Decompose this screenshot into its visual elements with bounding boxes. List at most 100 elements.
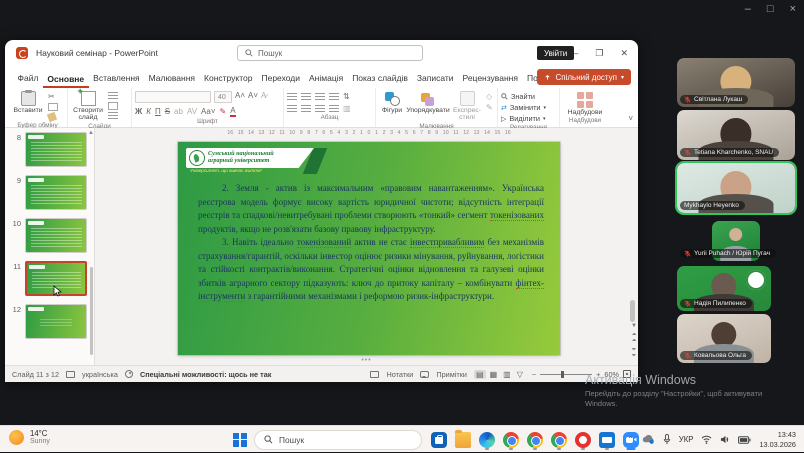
onedrive-icon[interactable] [642,435,655,444]
align-left-icon[interactable] [287,105,297,113]
tab-5[interactable]: Переходи [257,69,305,88]
minimize-icon[interactable]: – [573,48,578,58]
shapes-button[interactable]: Фігури [379,90,405,114]
align-right-icon[interactable] [315,105,325,113]
justify-icon[interactable] [329,105,339,113]
normal-view-icon[interactable]: ▤ [474,370,486,379]
accessibility-status[interactable]: Спеціальні можливості: щось не так [140,370,271,379]
clear-format-icon[interactable]: A̷ [261,91,266,103]
participant-tile[interactable]: Ковальова Ольга [677,314,771,363]
arrange-button[interactable]: Упорядкувати [408,90,448,114]
tab-7[interactable]: Показ слайдів [348,69,413,88]
tab-3[interactable]: Малювання [144,69,199,88]
thumbnail-preview[interactable] [25,132,87,167]
thumbnail-preview[interactable] [25,304,87,339]
chrome-profile2-taskbar-button[interactable] [525,429,544,450]
explorer-taskbar-button[interactable] [453,429,472,450]
quick-styles-button[interactable]: Експрес-стилі [451,90,483,122]
columns-icon[interactable]: ▥ [343,104,351,113]
new-slide-button[interactable]: Створити слайд [71,90,105,122]
thumbnail-preview[interactable] [25,218,87,253]
replace-button[interactable]: ⇄ Замінити▾ [501,103,556,112]
search-box[interactable]: Пошук [237,45,423,61]
zoom-in-icon[interactable]: + [596,370,600,379]
participant-tile[interactable]: Світлана Лукаш [677,58,795,107]
find-button[interactable]: Знайти [501,92,556,101]
tray-overflow-icon[interactable]: ⌃ [627,435,634,444]
mail-taskbar-button[interactable] [597,429,616,450]
language-indicator[interactable]: УКР [679,435,694,444]
addins-button[interactable]: Надбудови [563,90,607,116]
strikethrough-button[interactable]: S [165,107,170,116]
layout-icon[interactable] [108,92,118,100]
shape-fill-icon[interactable]: ◇ [486,92,493,101]
zoom-slider[interactable] [540,374,592,375]
shrink-font-icon[interactable]: A˅ [248,91,258,103]
scroll-down-icon[interactable]: ▼ [631,323,637,329]
select-button[interactable]: ▷ Виділити▾ [501,114,556,123]
underline-button[interactable]: П [155,107,161,116]
wifi-icon[interactable] [701,435,712,444]
close-icon[interactable]: × [790,3,796,15]
close-icon[interactable]: ✕ [620,48,628,59]
battery-icon[interactable] [738,436,751,444]
zoom-level[interactable]: 60% [604,370,619,379]
zoom-out-icon[interactable]: − [532,370,536,379]
shadow-button[interactable]: ab [174,107,183,116]
language-indicator[interactable]: українська [82,370,118,379]
reading-view-icon[interactable]: ▥ [501,370,513,379]
editor-scrollbar[interactable] [630,142,635,320]
collapse-ribbon-icon[interactable]: ˅ [628,114,633,123]
display-settings-icon[interactable] [66,371,75,378]
scroll-up-icon[interactable]: ▲ [88,130,94,136]
start-button[interactable] [233,433,247,447]
grow-font-icon[interactable]: A˄ [235,91,245,103]
opera-taskbar-button[interactable] [573,429,592,450]
minimize-icon[interactable]: – [745,3,751,15]
tab-4[interactable]: Конструктор [200,69,257,88]
slide-canvas[interactable]: Сумський національнийаграрний університе… [178,142,560,355]
bullets-icon[interactable] [287,93,297,101]
share-button[interactable]: Спільний доступ▾ [537,69,631,85]
participant-tile[interactable]: Tetiana Kharchenko, SNAU [677,110,795,160]
numbering-icon[interactable] [301,93,311,101]
paste-button[interactable]: Вставити [11,90,45,114]
font-color-button[interactable]: А [230,106,235,117]
thumbnail-scrollbar[interactable] [90,267,93,355]
spacing-button[interactable]: AV [187,107,197,116]
taskbar-search[interactable]: Пошук [254,430,422,450]
sign-in-button[interactable]: Увійти [537,46,574,60]
slide-thumbnail-9[interactable]: 9 [9,175,94,210]
tab-9[interactable]: Рецензування [458,69,522,88]
restore-icon[interactable]: ❐ [595,48,603,59]
edge-taskbar-button[interactable] [477,429,496,450]
cut-icon[interactable]: ✂ [48,92,58,101]
font-name-combobox[interactable] [135,91,211,103]
chrome-taskbar-button[interactable] [501,429,520,450]
section-icon[interactable] [108,112,118,120]
copy-icon[interactable] [48,103,58,111]
maximize-icon[interactable]: □ [767,3,774,15]
tab-6[interactable]: Анімація [305,69,348,88]
slide-sorter-icon[interactable]: ▦ [488,370,500,379]
clock[interactable]: 13:43 13.03.2026 [759,430,796,448]
participant-tile[interactable]: Надія Пилипенко [677,266,771,311]
fit-to-window-icon[interactable] [623,370,631,378]
microphone-icon[interactable] [663,434,671,445]
slideshow-icon[interactable]: ▽ [515,370,525,379]
speaker-icon[interactable] [720,435,730,444]
change-case-button[interactable]: Aa˅ [201,107,215,116]
slide-thumbnail-11[interactable]: 11 [9,261,94,296]
thumbnail-preview[interactable] [25,261,87,296]
slide-thumbnail-8[interactable]: 8 [9,132,94,167]
participant-tile[interactable]: Mykhaylo Heyenko [677,163,795,213]
previous-slide-icon[interactable]: ⏶⏶ [632,332,637,344]
tab-8[interactable]: Записати [412,69,458,88]
slide-thumbnail-10[interactable]: 10 [9,218,94,253]
indent-increase-icon[interactable] [329,93,339,101]
participant-tile[interactable]: Yurii Puhach / Юрій Пугач [677,221,795,261]
slide-body-text[interactable]: 2. Земля - актив із максимальним «правов… [198,182,544,304]
tab-2[interactable]: Вставлення [89,69,144,88]
next-slide-icon[interactable]: ⏷⏷ [632,347,637,359]
font-size-combobox[interactable]: 40 [214,91,232,103]
